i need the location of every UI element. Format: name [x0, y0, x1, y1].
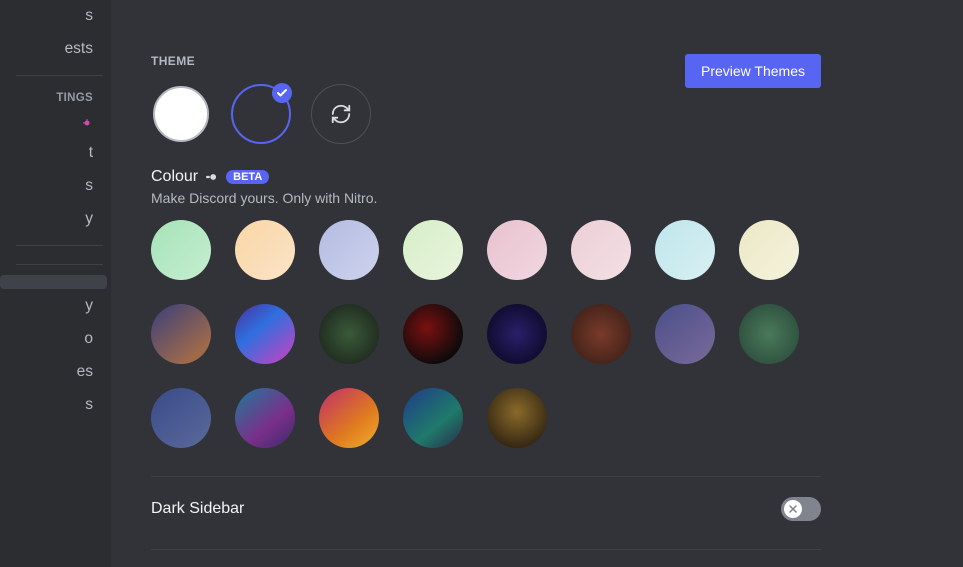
preview-themes-button[interactable]: Preview Themes — [685, 54, 821, 88]
beta-badge: BETA — [226, 170, 269, 184]
settings-sidebar: s ests TINGS t s y y o es s — [0, 0, 111, 567]
sidebar-section-header: TINGS — [0, 86, 103, 110]
colour-swatch-6[interactable] — [655, 220, 715, 280]
theme-header: Theme — [151, 54, 371, 68]
colour-swatch-0[interactable] — [151, 220, 211, 280]
colour-swatch-16[interactable] — [151, 388, 211, 448]
divider — [151, 476, 821, 477]
main-content: Theme — [111, 0, 963, 567]
sidebar-item[interactable]: o — [0, 323, 103, 355]
sidebar-item[interactable]: s — [0, 170, 103, 202]
colour-swatch-4[interactable] — [487, 220, 547, 280]
colour-swatch-17[interactable] — [235, 388, 295, 448]
colour-description: Make Discord yours. Only with Nitro. — [151, 190, 821, 206]
theme-option-sync[interactable] — [311, 84, 371, 144]
colour-title: Colour — [151, 168, 198, 186]
sidebar-item[interactable]: ests — [0, 33, 103, 65]
colour-swatch-5[interactable] — [571, 220, 631, 280]
colour-swatch-2[interactable] — [319, 220, 379, 280]
nitro-icon — [205, 170, 219, 184]
sidebar-item[interactable]: y — [0, 203, 103, 235]
dark-sidebar-toggle[interactable] — [781, 497, 821, 521]
colour-swatch-19[interactable] — [403, 388, 463, 448]
colour-swatch-15[interactable] — [739, 304, 799, 364]
sidebar-item-nitro[interactable] — [0, 110, 103, 136]
check-icon — [272, 83, 292, 103]
colour-swatch-18[interactable] — [319, 388, 379, 448]
colour-swatch-20[interactable] — [487, 388, 547, 448]
theme-option-dark[interactable] — [231, 84, 291, 144]
divider — [151, 549, 821, 550]
divider — [16, 245, 103, 246]
colour-swatch-9[interactable] — [235, 304, 295, 364]
colour-swatch-8[interactable] — [151, 304, 211, 364]
sidebar-item-appearance[interactable] — [0, 275, 107, 289]
dark-sidebar-label: Dark Sidebar — [151, 500, 244, 518]
colour-swatch-3[interactable] — [403, 220, 463, 280]
colour-swatch-7[interactable] — [739, 220, 799, 280]
sidebar-item[interactable]: y — [0, 290, 103, 322]
sidebar-item[interactable]: s — [0, 389, 103, 421]
close-icon — [787, 503, 799, 515]
nitro-icon — [81, 117, 93, 129]
divider — [16, 75, 103, 76]
colour-swatch-12[interactable] — [487, 304, 547, 364]
theme-option-light[interactable] — [151, 84, 211, 144]
colour-swatch-1[interactable] — [235, 220, 295, 280]
sidebar-item[interactable]: s — [0, 0, 103, 32]
colour-swatch-10[interactable] — [319, 304, 379, 364]
colour-swatch-grid — [151, 220, 811, 448]
divider — [16, 264, 103, 265]
colour-swatch-13[interactable] — [571, 304, 631, 364]
colour-swatch-14[interactable] — [655, 304, 715, 364]
sidebar-item[interactable]: es — [0, 356, 103, 388]
colour-swatch-11[interactable] — [403, 304, 463, 364]
sidebar-item[interactable]: t — [0, 137, 103, 169]
sync-icon — [330, 103, 352, 125]
